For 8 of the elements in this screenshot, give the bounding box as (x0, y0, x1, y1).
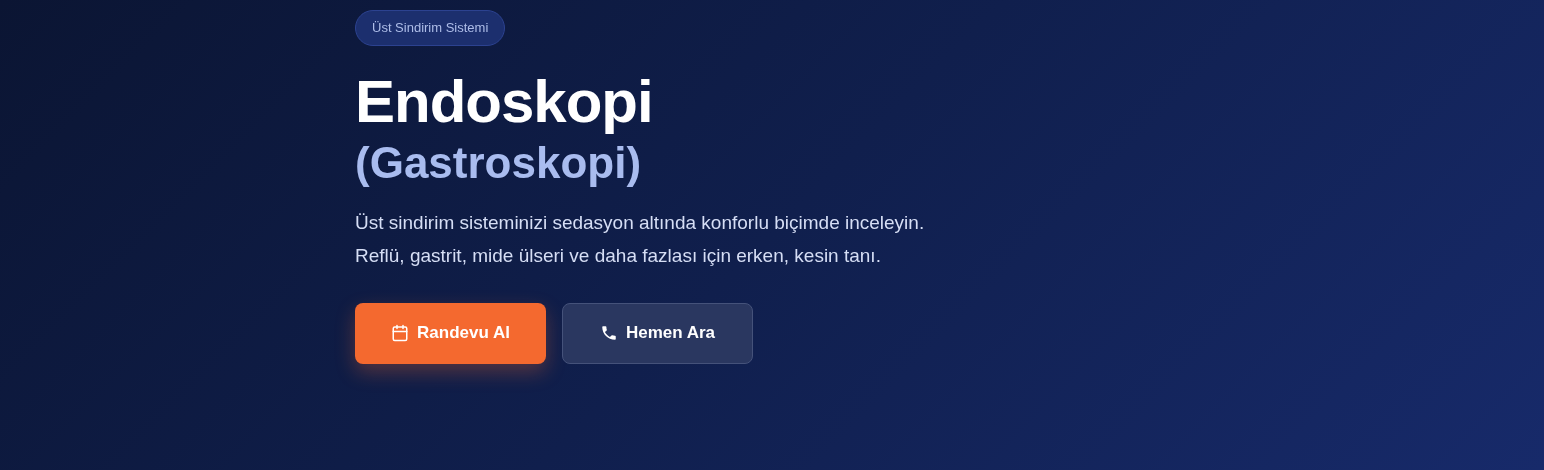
category-badge: Üst Sindirim Sistemi (355, 10, 506, 46)
page-subtitle: (Gastroskopi) (355, 136, 642, 189)
call-button[interactable]: Hemen Ara (562, 302, 753, 364)
page-title: Endoskopi (355, 67, 653, 136)
description-line: Reflü, gastrit, mide ülseri ve daha fazlası için erken, kesin tanı. (355, 243, 882, 268)
phone-icon (599, 324, 618, 342)
description-line: Üst sindirim sisteminizi sedasyon altında konforlu biçimde inceleyin. (355, 210, 925, 235)
calendar-icon (391, 324, 410, 342)
